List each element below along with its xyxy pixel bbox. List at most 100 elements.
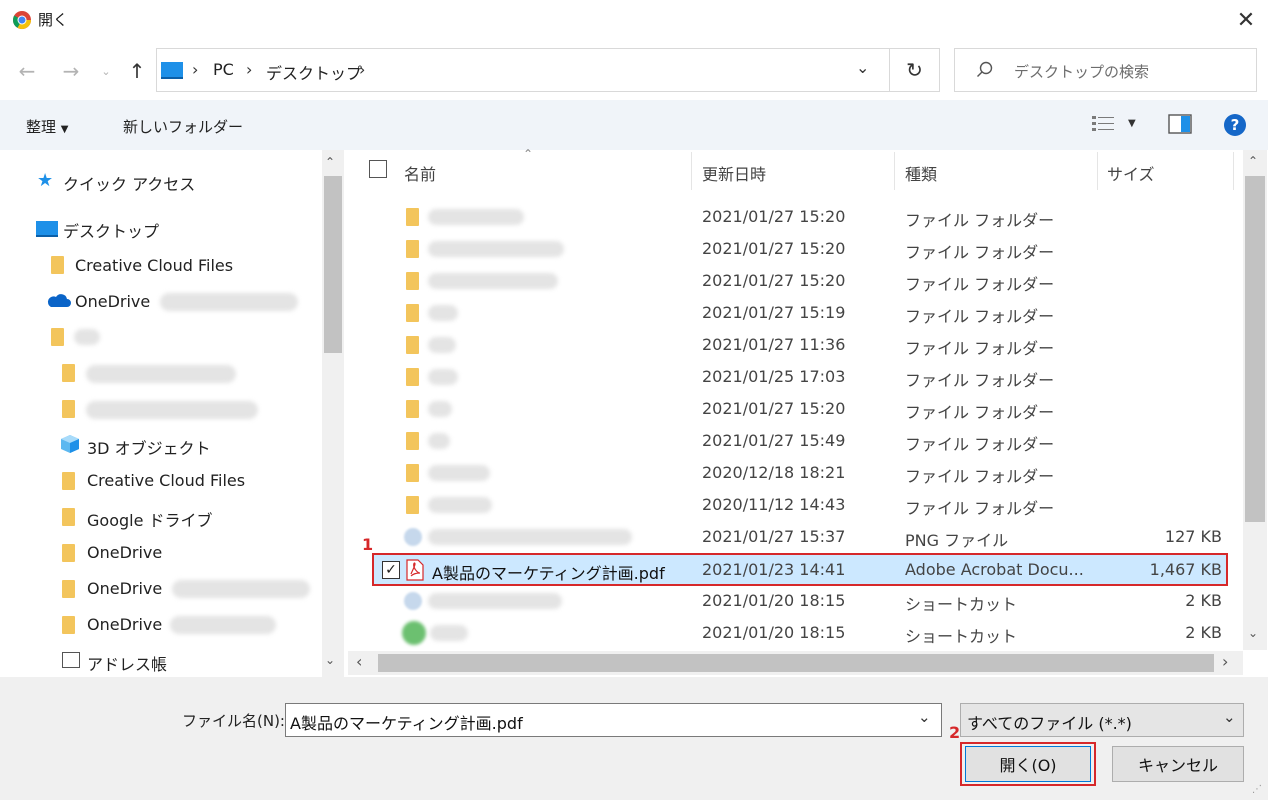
filename-value: A製品のマーケティング計画.pdf bbox=[290, 714, 523, 733]
refresh-button[interactable]: ↻ bbox=[890, 48, 940, 92]
recent-locations-button[interactable]: ⌄ bbox=[98, 62, 114, 80]
sidebar-item-quick-access[interactable]: クイック アクセス bbox=[63, 171, 195, 195]
redacted-filename bbox=[428, 401, 452, 417]
sidebar-item-onedrive-4[interactable]: OneDrive bbox=[87, 615, 162, 634]
new-folder-button[interactable]: 新しいフォルダー bbox=[123, 116, 243, 137]
redacted-folder[interactable] bbox=[86, 401, 258, 419]
view-details-icon[interactable] bbox=[1092, 115, 1114, 133]
scroll-down-icon[interactable]: ⌄ bbox=[325, 653, 335, 667]
row-size: 2 KB bbox=[1185, 623, 1222, 642]
help-icon[interactable]: ? bbox=[1223, 113, 1247, 137]
scroll-down-icon[interactable]: ⌄ bbox=[1248, 626, 1258, 640]
row-checkbox-checked[interactable]: ✓ bbox=[382, 561, 400, 579]
folder-icon bbox=[62, 364, 75, 382]
row-type: ファイル フォルダー bbox=[905, 435, 1055, 454]
filename-input[interactable]: A製品のマーケティング計画.pdf ⌄ bbox=[285, 703, 942, 737]
redacted-filename bbox=[428, 497, 492, 513]
forward-button[interactable]: → bbox=[58, 58, 84, 84]
row-date: 2021/01/27 15:20 bbox=[702, 399, 846, 418]
row-type: ファイル フォルダー bbox=[905, 307, 1055, 326]
table-row[interactable]: 2021/01/27 15:19 ファイル フォルダー bbox=[372, 297, 1228, 329]
redacted-filename bbox=[428, 529, 632, 545]
filename-dropdown-icon[interactable]: ⌄ bbox=[918, 708, 931, 726]
folder-icon bbox=[406, 496, 419, 514]
user-folder-icon bbox=[51, 328, 64, 346]
table-row[interactable]: 2021/01/27 15:20 ファイル フォルダー bbox=[372, 201, 1228, 233]
folder-icon bbox=[406, 432, 419, 450]
arrow-left-icon: ← bbox=[18, 59, 36, 83]
row-date: 2021/01/20 18:15 bbox=[702, 591, 846, 610]
table-row[interactable]: 2021/01/27 11:36 ファイル フォルダー bbox=[372, 329, 1228, 361]
redacted-folder[interactable] bbox=[86, 365, 236, 383]
preview-pane-icon[interactable] bbox=[1168, 114, 1192, 134]
sidebar-item-3d-objects[interactable]: 3D オブジェクト bbox=[87, 435, 211, 459]
table-row[interactable]: 2021/01/27 15:37 PNG ファイル 127 KB bbox=[372, 521, 1228, 553]
onedrive-folder-icon bbox=[62, 580, 75, 598]
back-button[interactable]: ← bbox=[14, 58, 40, 84]
table-row[interactable]: 2021/01/20 18:15 ショートカット 2 KB bbox=[372, 617, 1228, 649]
column-header-size[interactable]: サイズ bbox=[1107, 161, 1155, 185]
folder-icon bbox=[406, 336, 419, 354]
row-type: ファイル フォルダー bbox=[905, 371, 1055, 390]
table-row[interactable]: 2021/01/27 15:20 ファイル フォルダー bbox=[372, 393, 1228, 425]
select-all-checkbox[interactable] bbox=[369, 160, 387, 178]
sidebar-item-desktop[interactable]: デスクトップ bbox=[63, 218, 159, 242]
column-header-date[interactable]: 更新日時 bbox=[702, 161, 766, 185]
sidebar-item-onedrive-3[interactable]: OneDrive bbox=[87, 579, 162, 598]
resize-grip-icon[interactable]: ⋰ bbox=[1252, 784, 1262, 795]
sort-ascending-icon: ⌃ bbox=[523, 147, 534, 161]
column-header-type[interactable]: 種類 bbox=[905, 161, 937, 185]
address-history-dropdown[interactable]: ⌄ bbox=[856, 58, 869, 77]
sidebar-item-address-book[interactable]: アドレス帳 bbox=[87, 651, 167, 675]
scroll-left-icon[interactable]: ‹ bbox=[356, 652, 362, 671]
sidebar-item-onedrive-2[interactable]: OneDrive bbox=[87, 543, 162, 562]
scroll-up-icon[interactable]: ⌃ bbox=[325, 155, 335, 169]
desktop-icon bbox=[36, 221, 58, 237]
cancel-button[interactable]: キャンセル bbox=[1112, 746, 1244, 782]
row-type: ファイル フォルダー bbox=[905, 467, 1055, 486]
redacted-filename bbox=[428, 369, 458, 385]
chevron-down-icon: ⌄ bbox=[856, 58, 870, 77]
column-divider[interactable] bbox=[894, 152, 895, 190]
row-type: ファイル フォルダー bbox=[905, 499, 1055, 518]
table-row[interactable]: 2021/01/27 15:49 ファイル フォルダー bbox=[372, 425, 1228, 457]
table-row[interactable]: 2021/01/20 18:15 ショートカット 2 KB bbox=[372, 585, 1228, 617]
sidebar-scroll-thumb[interactable] bbox=[324, 176, 342, 353]
organize-label: 整理 bbox=[26, 118, 57, 136]
open-button[interactable]: 開く(O) bbox=[965, 746, 1091, 782]
row-type: Adobe Acrobat Docu... bbox=[905, 560, 1084, 579]
close-button[interactable]: ✕ bbox=[1230, 4, 1262, 36]
horizontal-scroll-thumb[interactable] bbox=[378, 654, 1214, 672]
sidebar-item-creative-cloud[interactable]: Creative Cloud Files bbox=[75, 256, 233, 275]
file-type-select[interactable]: すべてのファイル (*.*) ⌄ bbox=[960, 703, 1244, 737]
table-row[interactable]: 2021/01/27 15:20 ファイル フォルダー bbox=[372, 265, 1228, 297]
table-row[interactable]: 2021/01/25 17:03 ファイル フォルダー bbox=[372, 361, 1228, 393]
selected-file-row[interactable]: ✓ A製品のマーケティング計画.pdf 2021/01/23 14:41 Ado… bbox=[372, 553, 1228, 586]
file-type-value: すべてのファイル (*.*) bbox=[967, 714, 1132, 733]
redacted-account bbox=[170, 616, 276, 634]
redacted-account bbox=[160, 293, 298, 311]
sidebar-item-creative-cloud-2[interactable]: Creative Cloud Files bbox=[87, 471, 245, 490]
scroll-up-icon[interactable]: ⌃ bbox=[1248, 154, 1258, 168]
table-row[interactable]: 2020/11/12 14:43 ファイル フォルダー bbox=[372, 489, 1228, 521]
column-divider[interactable] bbox=[1097, 152, 1098, 190]
breadcrumb-pc[interactable]: PC bbox=[213, 60, 234, 79]
star-icon: ★ bbox=[37, 170, 54, 191]
sidebar-item-onedrive[interactable]: OneDrive bbox=[75, 292, 150, 311]
table-row[interactable]: 2020/12/18 18:21 ファイル フォルダー bbox=[372, 457, 1228, 489]
column-divider[interactable] bbox=[1233, 152, 1234, 190]
chevron-right-icon: › bbox=[359, 60, 366, 79]
organize-button[interactable]: 整理 ▼ bbox=[26, 116, 69, 137]
row-date: 2021/01/27 11:36 bbox=[702, 335, 846, 354]
up-button[interactable]: ↑ bbox=[124, 58, 150, 84]
table-row[interactable]: 2021/01/27 15:20 ファイル フォルダー bbox=[372, 233, 1228, 265]
sidebar-item-google-drive[interactable]: Google ドライブ bbox=[87, 507, 213, 531]
row-date: 2021/01/27 15:20 bbox=[702, 239, 846, 258]
annotation-step-2: 2 bbox=[949, 723, 961, 742]
view-options-caret-icon[interactable]: ▼ bbox=[1128, 118, 1136, 129]
breadcrumb-desktop[interactable]: デスクトップ bbox=[266, 60, 362, 84]
column-divider[interactable] bbox=[691, 152, 692, 190]
file-list-scroll-thumb[interactable] bbox=[1245, 176, 1265, 522]
column-header-name[interactable]: 名前 bbox=[404, 161, 436, 185]
scroll-right-icon[interactable]: › bbox=[1222, 652, 1228, 671]
